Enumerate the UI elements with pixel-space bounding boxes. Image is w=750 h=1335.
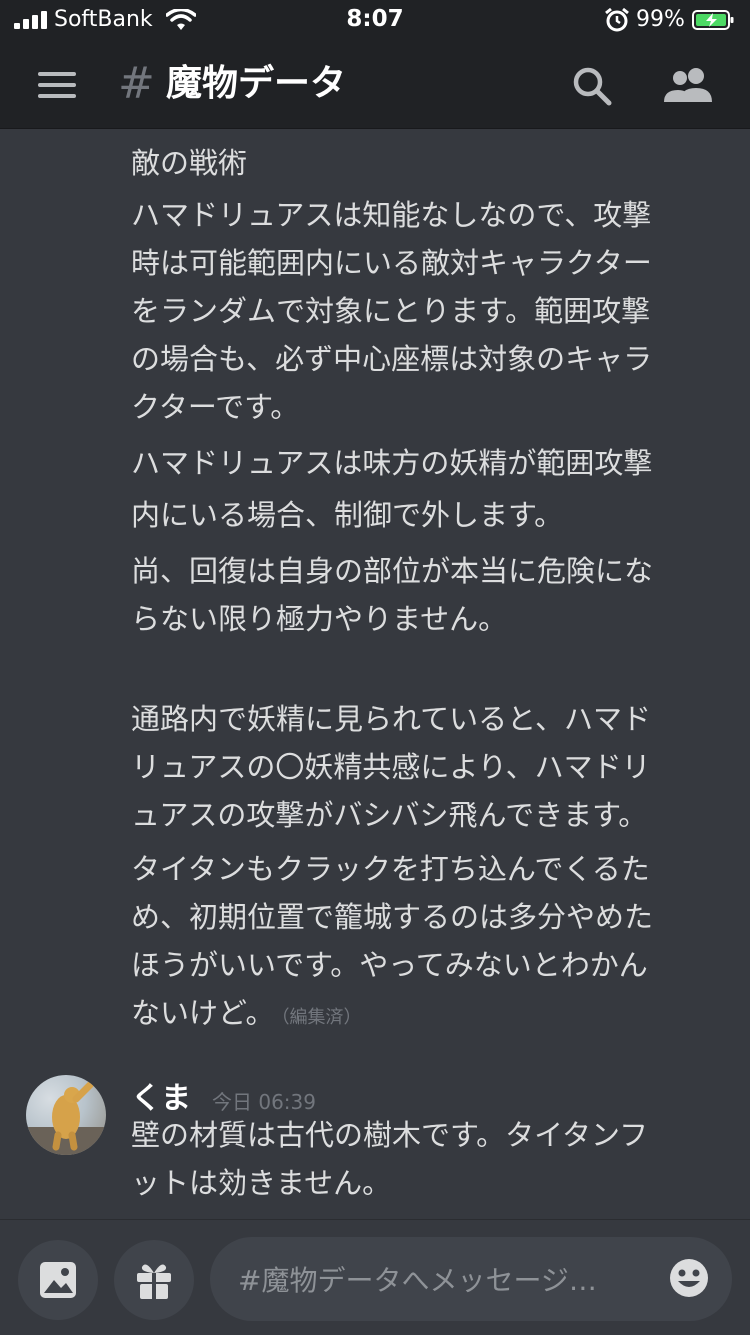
message-line: ハマドリュアスは味方の妖精が範囲攻撃 bbox=[131, 446, 653, 480]
message-line: 時は可能範囲内にいる敵対キャラクター bbox=[131, 246, 652, 280]
message-line: リュアスの〇妖精共感により、ハマドリ bbox=[131, 750, 651, 784]
message-line: 内にいる場合、制御で外します。 bbox=[131, 498, 564, 532]
image-icon bbox=[40, 1262, 76, 1298]
message-line: 通路内で妖精に見られていると、ハマド bbox=[131, 702, 651, 736]
message-composer: #魔物データへメッセージ… bbox=[0, 1219, 750, 1335]
message-input[interactable]: #魔物データへメッセージ… bbox=[210, 1237, 732, 1321]
message-line: クターです。 bbox=[131, 390, 300, 424]
battery-percent: 99% bbox=[636, 7, 685, 32]
message-line: タイタンもクラックを打ち込んでくるた bbox=[131, 852, 650, 886]
status-bar: SoftBank 8:07 99% bbox=[0, 0, 750, 40]
alarm-icon bbox=[605, 7, 629, 32]
message-line-last: ないけど。 （編集済） bbox=[131, 989, 721, 1042]
battery-charging-icon bbox=[692, 10, 734, 30]
members-icon[interactable] bbox=[660, 64, 716, 108]
gift-button[interactable] bbox=[114, 1240, 194, 1320]
avatar[interactable] bbox=[26, 1075, 106, 1155]
message-line: らない限り極力やりません。 bbox=[131, 602, 508, 636]
menu-icon[interactable] bbox=[38, 70, 78, 100]
message-list[interactable]: 敵の戦術 ハマドリュアスは知能なしなので、攻撃 時は可能範囲内にいる敵対キャラク… bbox=[0, 129, 750, 1219]
message-line-text: ないけど。 bbox=[131, 996, 275, 1030]
message-line: 尚、回復は自身の部位が本当に危険にな bbox=[131, 554, 654, 588]
message-line: をランダムで対象にとります。範囲攻撃 bbox=[131, 294, 651, 328]
message-line: ュアスの攻撃がバシバシ飛んできます。 bbox=[131, 798, 648, 832]
channel-hash-icon: # bbox=[118, 58, 155, 109]
channel-title: 魔物データ bbox=[166, 63, 347, 104]
message-line: 壁の材質は古代の樹木です。タイタンフ bbox=[131, 1118, 649, 1152]
channel-header: # 魔物データ bbox=[0, 40, 750, 129]
upload-image-button[interactable] bbox=[18, 1240, 98, 1320]
message-line: め、初期位置で籠城するのは多分やめた bbox=[131, 900, 654, 934]
message-input-placeholder: #魔物データへメッセージ… bbox=[238, 1264, 597, 1297]
message-line: ほうがいいです。やってみないとわかん bbox=[131, 948, 648, 982]
emoji-icon[interactable] bbox=[668, 1257, 710, 1299]
bear-avatar-image bbox=[26, 1081, 106, 1155]
message-line: ハマドリュアスは知能なしなので、攻撃 bbox=[131, 198, 652, 232]
message-line: ットは効きません。 bbox=[131, 1166, 392, 1200]
message-line: の場合も、必ず中心座標は対象のキャラ bbox=[131, 342, 653, 376]
gift-icon bbox=[137, 1264, 171, 1299]
edited-label: （編集済） bbox=[280, 1007, 362, 1028]
message-line: 敵の戦術 bbox=[131, 146, 248, 180]
search-icon[interactable] bbox=[570, 64, 614, 108]
